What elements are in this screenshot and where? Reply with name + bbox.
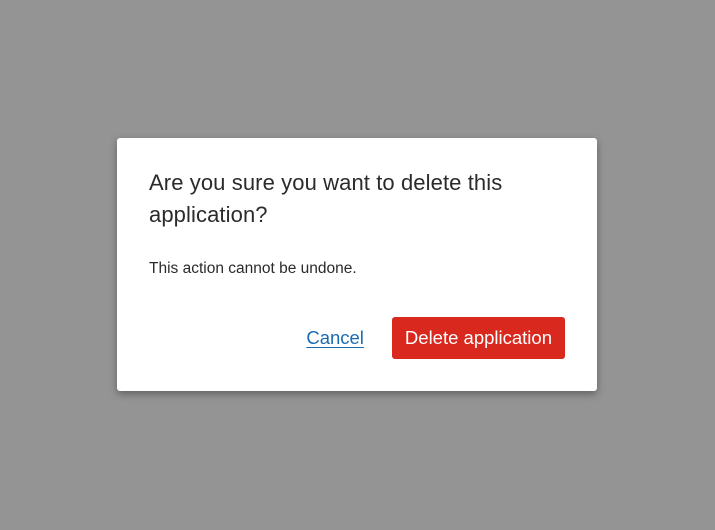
dialog-message: This action cannot be undone. — [149, 260, 357, 277]
dialog-actions: Cancel Delete application — [306, 317, 565, 359]
cancel-button[interactable]: Cancel — [306, 327, 364, 349]
delete-application-button[interactable]: Delete application — [391, 317, 565, 359]
confirm-delete-dialog: Are you sure you want to delete this app… — [117, 138, 597, 391]
dialog-title: Are you sure you want to delete this app… — [149, 170, 503, 227]
